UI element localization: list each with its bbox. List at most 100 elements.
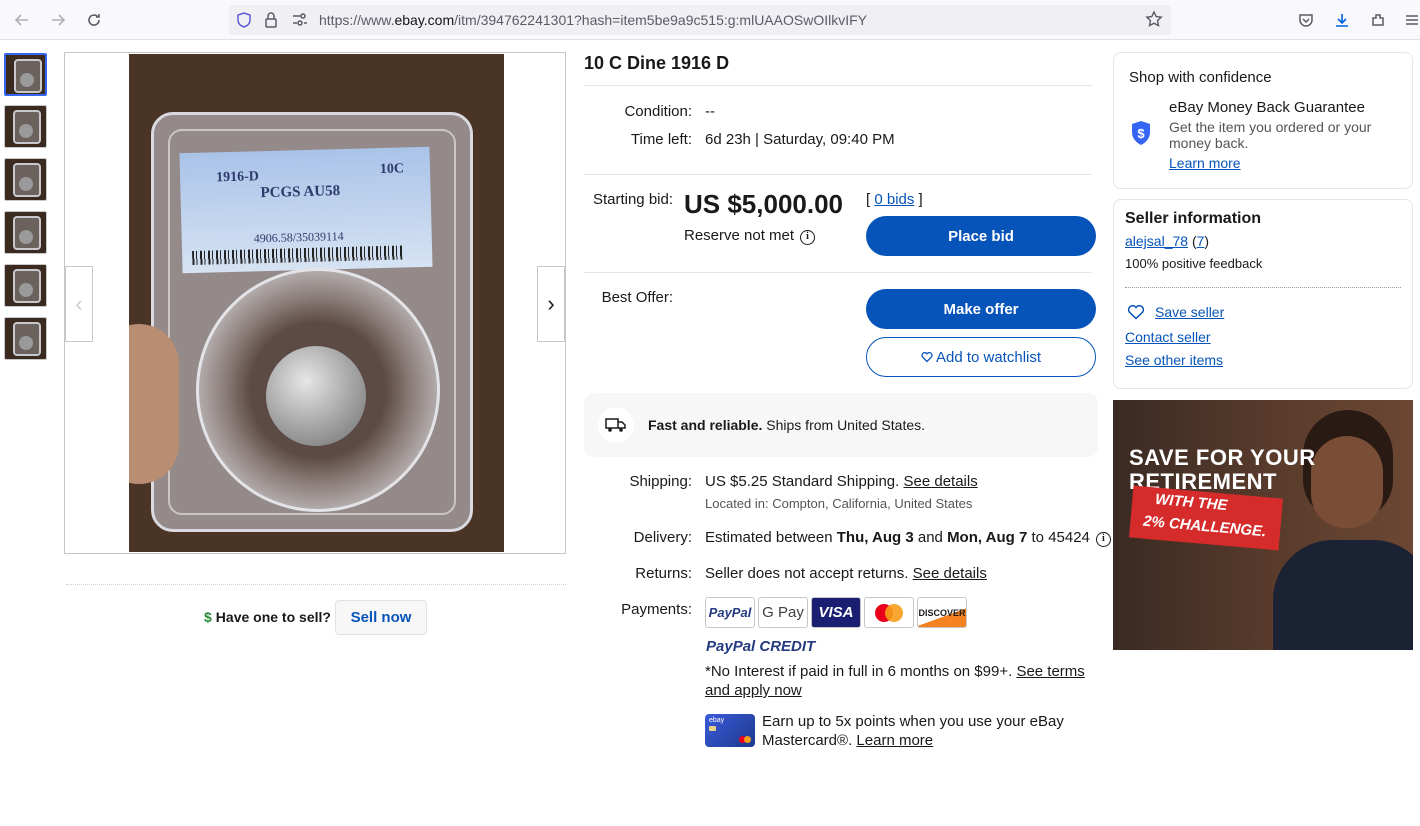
downloads-icon[interactable] (1330, 8, 1354, 32)
thumbnail-2[interactable] (4, 105, 47, 148)
condition-label: Condition: (624, 103, 692, 120)
card-learn-more-link[interactable]: Learn more (856, 732, 933, 749)
lock-icon[interactable] (263, 11, 279, 32)
starting-bid-label: Starting bid: (592, 191, 673, 208)
url-prefix: https://www. (319, 12, 395, 28)
slab-grade: PCGS AU58 (260, 183, 341, 202)
card-text-a: Earn up to 5x points when you use your e… (762, 713, 1064, 730)
shipping-banner: Fast and reliable. Ships from United Sta… (584, 393, 1098, 457)
bids-count: [ 0 bids ] (866, 191, 923, 208)
paypal-credit-a: PayPal (706, 638, 756, 655)
menu-icon[interactable] (1400, 8, 1420, 32)
returns-details-link[interactable]: See details (913, 565, 987, 582)
divider (584, 85, 1092, 86)
info-icon[interactable]: i (1095, 532, 1111, 547)
seller-name-link[interactable]: alejsal_78 (1125, 233, 1188, 249)
prev-image-button[interactable]: ‹ (65, 266, 93, 342)
info-icon[interactable]: i (800, 230, 816, 245)
returns-value: Seller does not accept returns. See deta… (705, 565, 987, 582)
back-icon[interactable] (10, 8, 34, 32)
sell-question: $ Have one to sell? (204, 609, 331, 625)
retirement-ad[interactable]: SAVE FOR YOUR RETIREMENT WITH THE 2% CHAL… (1113, 400, 1413, 650)
returns-text: Seller does not accept returns. (705, 565, 909, 582)
thumbnail-6[interactable] (4, 317, 47, 360)
url-bar[interactable]: https://www.ebay.com/itm/394762241301?ha… (229, 5, 1171, 35)
delivery-to: Mon, Aug 7 (947, 529, 1028, 546)
confidence-heading: Shop with confidence (1129, 69, 1272, 86)
thumbnail-1[interactable] (4, 53, 47, 96)
guarantee-learn-more-link[interactable]: Learn more (1169, 155, 1241, 171)
paypal-credit-note: *No Interest if paid in full in 6 months… (705, 662, 1097, 700)
shipping-label: Shipping: (629, 473, 692, 490)
tracking-shield-icon[interactable] (235, 11, 253, 32)
reserve-text: Reserve not met (684, 227, 795, 244)
delivery-label: Delivery: (633, 529, 692, 546)
delivery-pre: Estimated between (705, 529, 833, 546)
ad-line1: SAVE FOR YOUR (1129, 445, 1316, 470)
bids-link[interactable]: 0 bids (874, 191, 914, 208)
price: US $5,000.00 (684, 189, 844, 219)
bookmark-star-icon[interactable] (1145, 10, 1163, 31)
google-pay-logo: G Pay (758, 597, 808, 628)
reserve-status: Reserve not met i (684, 227, 816, 245)
mastercard-logo (864, 597, 914, 628)
guarantee-text: Get the item you ordered or your money ba… (1169, 119, 1371, 151)
thumbnail-3[interactable] (4, 158, 47, 201)
time-left-value: 6d 23h | Saturday, 09:40 PM (705, 131, 895, 148)
thumbnail-5[interactable] (4, 264, 47, 307)
shipping-price: US $5.25 (705, 473, 768, 490)
condition-value: -- (705, 103, 715, 120)
paypal-credit-logo: PayPal CREDIT (706, 638, 815, 655)
item-title: 10 C Dine 1916 D (584, 53, 730, 73)
heart-icon[interactable] (1127, 304, 1145, 323)
shipping-details-link[interactable]: See details (904, 473, 978, 490)
guarantee-title: eBay Money Back Guarantee (1169, 99, 1365, 116)
sell-question-text: Have one to sell? (215, 609, 331, 625)
seller-heading: Seller information (1125, 210, 1262, 227)
paypal-credit-text: *No Interest if paid in full in 6 months… (705, 663, 1013, 680)
seller-score-close: ) (1204, 233, 1210, 249)
url-text[interactable]: https://www.ebay.com/itm/394762241301?ha… (319, 12, 867, 28)
make-offer-button[interactable]: Make offer (866, 289, 1096, 329)
add-to-watchlist-button[interactable]: Add to watchlist (866, 337, 1096, 377)
shipping-banner-bold: Fast and reliable. (648, 417, 763, 433)
chevron-right-icon: › (547, 291, 555, 316)
guarantee-text-b: money back. (1169, 135, 1249, 151)
slab-label: 1916-D 10C PCGS AU58 4906.58/35039114 (179, 146, 433, 274)
url-domain: ebay.com (394, 12, 455, 28)
browser-toolbar: https://www.ebay.com/itm/394762241301?ha… (0, 0, 1420, 40)
sell-now-button[interactable]: Sell now (335, 600, 427, 635)
ebay-mastercard-icon: ebay (705, 714, 755, 747)
delivery-value: Estimated between Thu, Aug 3 and Mon, Au… (705, 529, 1111, 547)
delivery-zip: to 45424 (1031, 529, 1090, 546)
contact-seller-link[interactable]: Contact seller (1125, 329, 1211, 345)
thumbnail-4[interactable] (4, 211, 47, 254)
next-image-button[interactable]: › (537, 266, 565, 342)
divider (584, 174, 1092, 175)
apply-now-link[interactable]: and apply now (705, 682, 802, 699)
reload-icon[interactable] (82, 8, 106, 32)
chevron-left-icon: ‹ (75, 291, 83, 316)
main-image-viewer[interactable]: 1916-D 10C PCGS AU58 4906.58/35039114 ‹ … (64, 52, 566, 554)
see-other-items-link[interactable]: See other items (1125, 352, 1223, 368)
svg-text:$: $ (1137, 126, 1145, 141)
ad-person-shirt (1273, 540, 1413, 650)
place-bid-button[interactable]: Place bid (866, 216, 1096, 256)
forward-icon[interactable] (46, 8, 70, 32)
delivery-and: and (917, 529, 943, 546)
visa-logo: VISA (811, 597, 861, 628)
save-seller-link[interactable]: Save seller (1155, 304, 1224, 320)
extensions-icon[interactable] (1366, 8, 1390, 32)
pocket-icon[interactable] (1294, 8, 1318, 32)
seller-info-box: Seller information alejsal_78 (7) 100% p… (1113, 199, 1413, 389)
shipping-banner-desc: Ships from United States. (766, 417, 926, 433)
returns-label: Returns: (635, 565, 692, 582)
slab-denom: 10C (379, 161, 405, 178)
divider (584, 272, 1092, 273)
divider (66, 584, 566, 585)
permissions-icon[interactable] (291, 12, 309, 31)
see-terms-link[interactable]: See terms (1016, 663, 1084, 680)
item-location: Located in: Compton, California, United … (705, 496, 973, 511)
divider (1125, 287, 1401, 288)
slab-year: 1916-D (215, 169, 260, 186)
